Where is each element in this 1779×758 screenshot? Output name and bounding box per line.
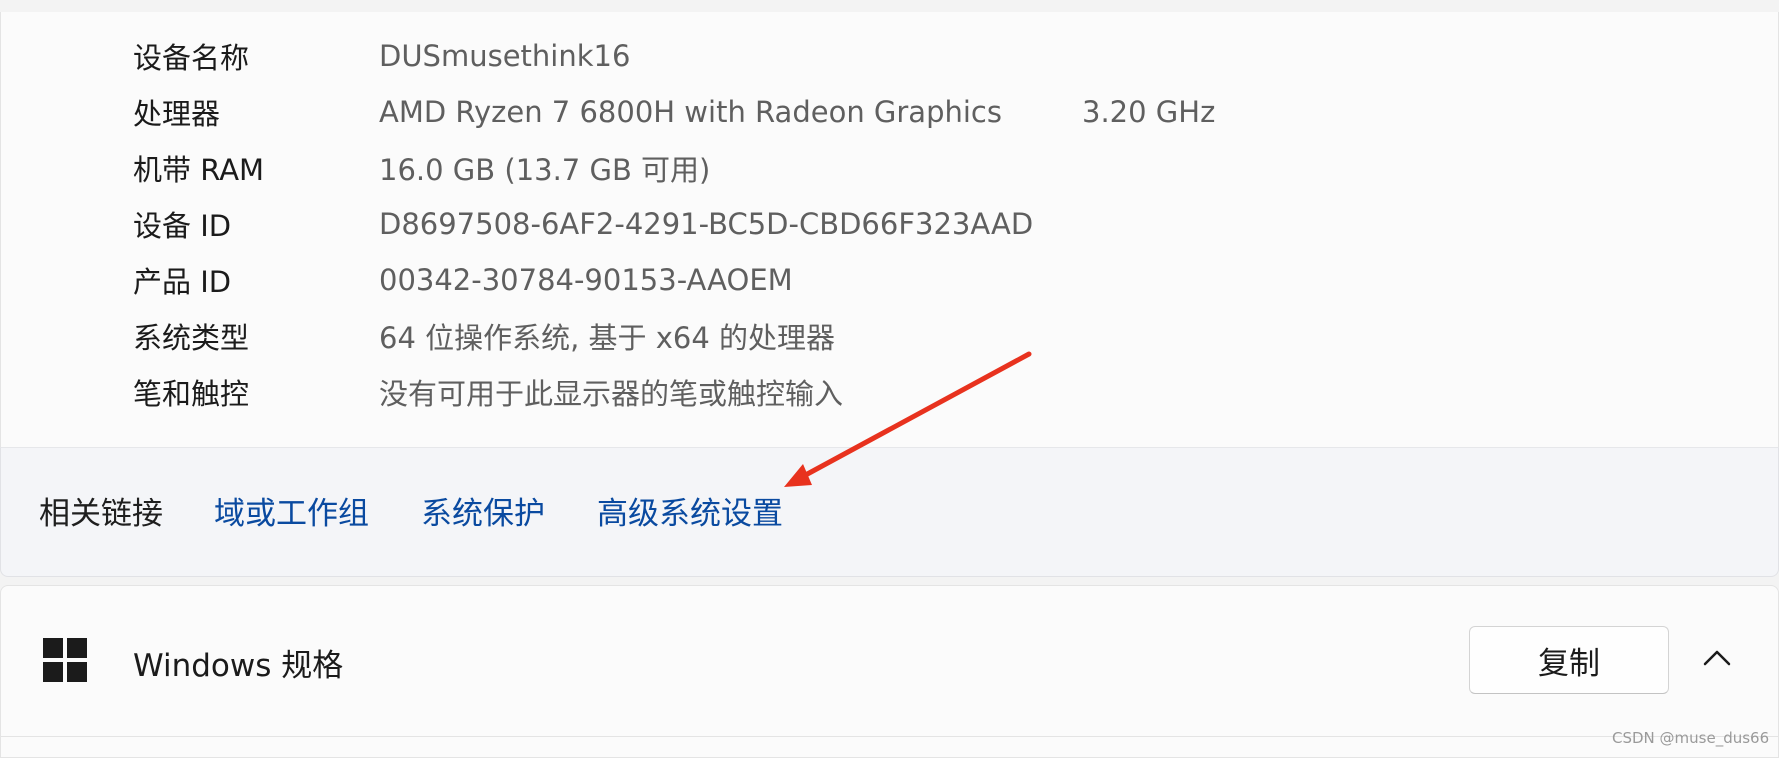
chevron-up-icon[interactable] bbox=[1697, 638, 1737, 678]
spec-row-system-type: 系统类型 64 位操作系统, 基于 x64 的处理器 bbox=[133, 316, 835, 356]
spec-label: 设备 ID bbox=[133, 209, 232, 243]
processor-speed: 3.20 GHz bbox=[1082, 95, 1216, 129]
spec-label: 处理器 bbox=[133, 97, 221, 131]
link-domain-workgroup[interactable]: 域或工作组 bbox=[214, 488, 369, 533]
spec-row-pen-touch: 笔和触控 没有可用于此显示器的笔或触控输入 bbox=[133, 372, 843, 412]
spec-value: 64 位操作系统, 基于 x64 的处理器 bbox=[379, 321, 836, 355]
spec-row-device-name: 设备名称 DUSmusethink16 bbox=[133, 36, 630, 76]
spec-value: 00342-30784-90153-AAOEM bbox=[379, 263, 793, 297]
spec-row-ram: 机带 RAM 16.0 GB (13.7 GB 可用) bbox=[133, 148, 710, 188]
spec-label: 系统类型 bbox=[133, 321, 250, 355]
windows-specs-card: Windows 规格 复制 bbox=[0, 585, 1779, 758]
copy-button[interactable]: 复制 bbox=[1469, 626, 1669, 694]
watermark: CSDN @muse_dus66 bbox=[1612, 729, 1770, 747]
spec-label: 机带 RAM bbox=[133, 153, 265, 187]
windows-logo-icon bbox=[43, 638, 87, 682]
spec-value: 16.0 GB (13.7 GB 可用) bbox=[379, 153, 711, 187]
card-divider bbox=[1, 736, 1778, 737]
spec-label: 笔和触控 bbox=[133, 377, 250, 411]
related-links-bar: 相关链接 域或工作组 系统保护 高级系统设置 bbox=[0, 447, 1779, 577]
spec-label: 设备名称 bbox=[133, 41, 250, 75]
spec-label: 产品 ID bbox=[133, 265, 232, 299]
spec-row-processor: 处理器 AMD Ryzen 7 6800H with Radeon Graphi… bbox=[133, 92, 1233, 132]
spec-row-product-id: 产品 ID 00342-30784-90153-AAOEM bbox=[133, 260, 793, 300]
device-specs-card: 设备名称 DUSmusethink16 处理器 AMD Ryzen 7 6800… bbox=[0, 12, 1779, 448]
spec-value: 没有可用于此显示器的笔或触控输入 bbox=[379, 377, 844, 411]
spec-value: D8697508-6AF2-4291-BC5D-CBD66F323AAD bbox=[379, 207, 1034, 241]
spec-row-device-id: 设备 ID D8697508-6AF2-4291-BC5D-CBD66F323A… bbox=[133, 204, 1033, 244]
spec-value: AMD Ryzen 7 6800H with Radeon Graphics bbox=[379, 95, 1002, 129]
link-system-protection[interactable]: 系统保护 bbox=[421, 488, 545, 533]
related-links-label: 相关链接 bbox=[39, 496, 163, 532]
windows-specs-title: Windows 规格 bbox=[133, 648, 344, 684]
link-advanced-system-settings[interactable]: 高级系统设置 bbox=[597, 488, 783, 533]
spec-value: DUSmusethink16 bbox=[379, 39, 631, 73]
